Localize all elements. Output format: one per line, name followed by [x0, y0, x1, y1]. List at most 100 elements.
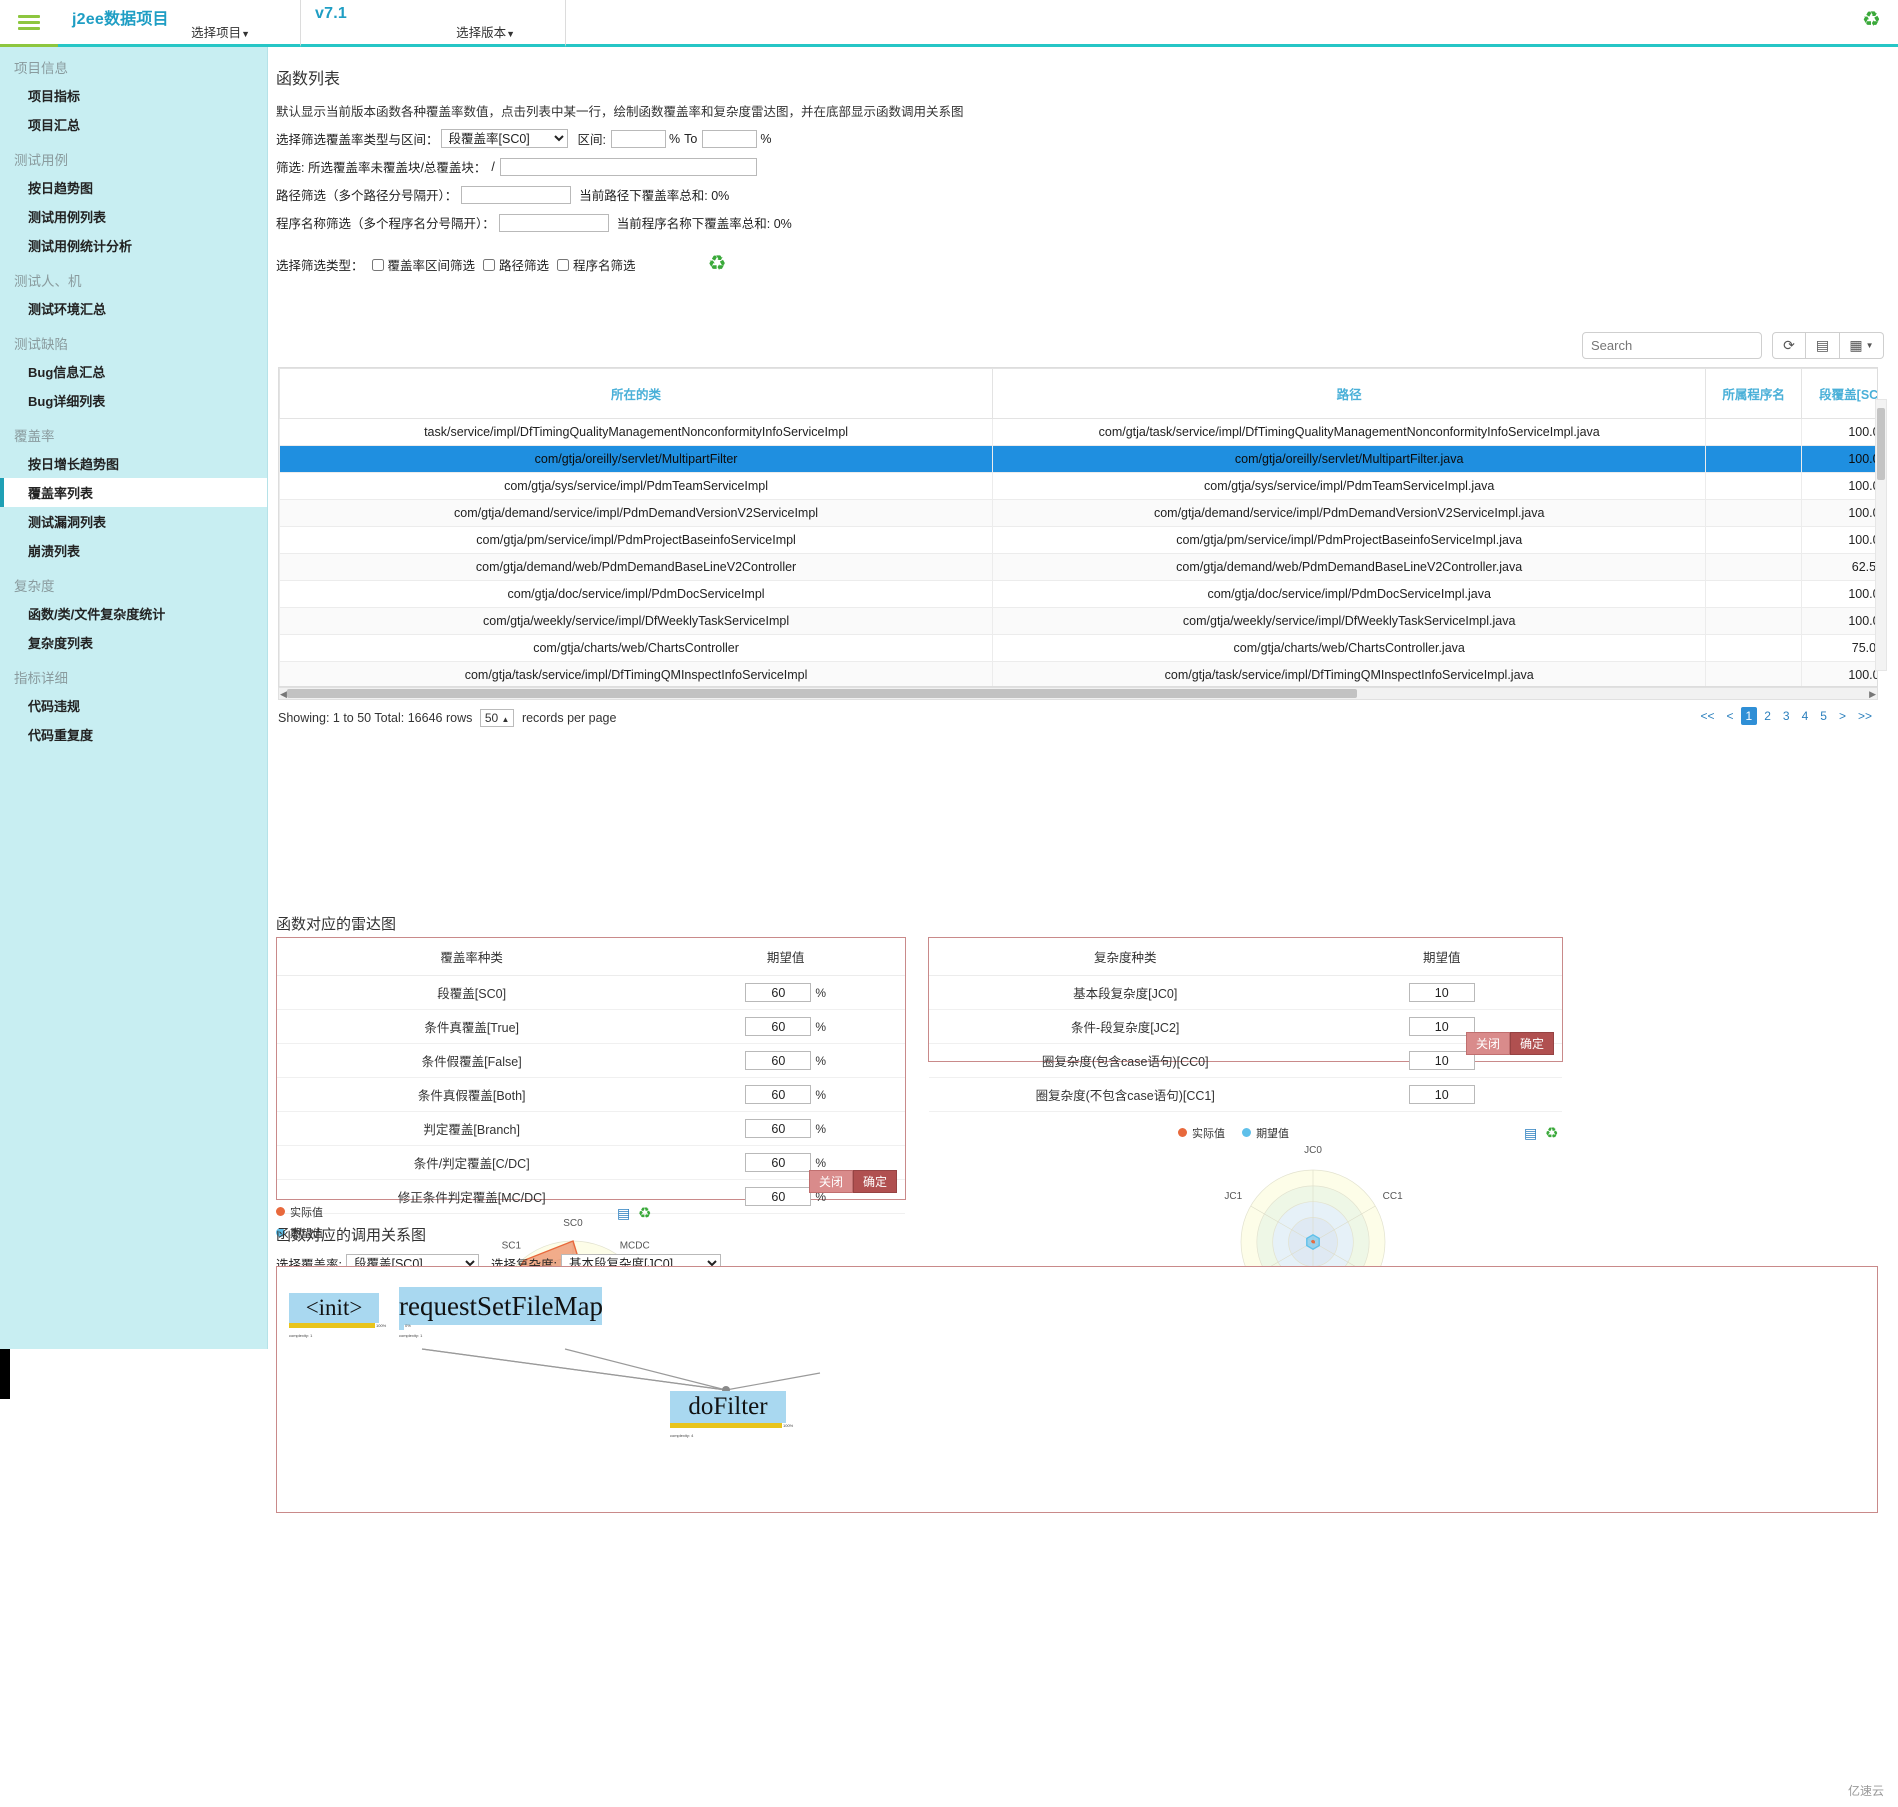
sidebar-item-1-1[interactable]: 测试用例列表: [0, 202, 267, 231]
coverage-expect-input-6[interactable]: [745, 1187, 812, 1206]
coverage-confirm-button[interactable]: 确定: [852, 1170, 897, 1193]
sidebar-item-4-0[interactable]: 按日增长趋势图: [0, 449, 267, 478]
table-row[interactable]: com/gtja/weekly/service/impl/DfWeeklyTas…: [279, 607, 1877, 635]
path-filter-input[interactable]: [461, 185, 572, 204]
sidebar-item-1-0[interactable]: 按日趋势图: [0, 173, 267, 202]
coverage-close-button[interactable]: 关闭: [808, 1170, 853, 1193]
sidebar-item-4-1[interactable]: 覆盖率列表: [0, 478, 267, 507]
table-row[interactable]: com/gtja/charts/web/ChartsController com/…: [279, 634, 1877, 662]
complexity-expect-input-0[interactable]: [1408, 983, 1475, 1002]
table-row[interactable]: task/service/impl/DfTimingQualityManagem…: [279, 418, 1877, 446]
menu-toggle-button[interactable]: [0, 0, 58, 47]
search-input[interactable]: [1582, 332, 1762, 359]
range-from-input[interactable]: [611, 129, 666, 148]
version-selector[interactable]: v7.1 选择版本▼: [301, 0, 566, 47]
sidebar-item-4-2[interactable]: 测试漏洞列表: [0, 507, 267, 536]
filter-kind-checkbox-0[interactable]: [371, 258, 384, 271]
per-page-select[interactable]: 50 ▲: [479, 709, 515, 727]
complexity-expect-input-2[interactable]: [1408, 1051, 1475, 1070]
callgraph-title: 函数对应的调用关系图: [276, 1227, 427, 1244]
table-cell-0: com/gtja/demand/service/impl/PdmDemandVe…: [279, 499, 994, 527]
svg-text:JC1: JC1: [1224, 1191, 1242, 1202]
sidebar-item-3-1[interactable]: Bug详细列表: [0, 386, 267, 415]
coverage-expect-input-3[interactable]: [745, 1085, 812, 1104]
filter-refresh-button[interactable]: ♻: [708, 253, 727, 274]
page-button-1[interactable]: 1: [1740, 707, 1758, 725]
chevron-down-icon: ▼: [506, 29, 515, 39]
table-cell-2: [1705, 499, 1803, 527]
table-refresh-button[interactable]: ⟳: [1772, 332, 1806, 359]
project-select-label[interactable]: 选择项目▼: [191, 22, 250, 41]
scroll-thumb[interactable]: [287, 689, 1357, 698]
block-filter-input[interactable]: [499, 157, 757, 176]
page-first-button[interactable]: <<: [1696, 707, 1720, 725]
page-next-button[interactable]: >: [1834, 707, 1851, 725]
callgraph-canvas[interactable]: <init> 100% complexity: 1 requestSetFile…: [276, 1266, 1878, 1513]
page-button-2[interactable]: 2: [1759, 707, 1776, 725]
table-row[interactable]: com/gtja/task/service/impl/DfTimingQMIns…: [279, 661, 1877, 686]
version-select-label[interactable]: 选择版本▼: [456, 22, 515, 41]
coverage-type-select[interactable]: 段覆盖率[SC0]标准段覆盖率[SC1]增强标准段覆盖率[SC1+]条件真覆盖[…: [440, 129, 568, 148]
sidebar-item-6-1[interactable]: 代码重复度: [0, 720, 267, 749]
table-cell-0: com/gtja/doc/service/impl/PdmDocServiceI…: [279, 580, 994, 608]
table-listview-button[interactable]: ▤: [1806, 332, 1840, 359]
table-toolbar: ⟳ ▤ ▦▼: [1582, 332, 1884, 359]
sidebar-item-4-3[interactable]: 崩溃列表: [0, 536, 267, 565]
sidebar-item-5-1[interactable]: 复杂度列表: [0, 628, 267, 657]
complexity-confirm-button[interactable]: 确定: [1509, 1032, 1554, 1055]
page-button-5[interactable]: 5: [1815, 707, 1832, 725]
complexity-expect-cell-3: [1321, 1077, 1562, 1112]
complexity-expect-input-3[interactable]: [1408, 1085, 1475, 1104]
filter-kind-checkbox-1[interactable]: [483, 258, 496, 271]
sidebar-item-0-1[interactable]: 项目汇总: [0, 110, 267, 139]
coverage-expect-input-5[interactable]: [745, 1153, 812, 1172]
coverage-expect-input-0[interactable]: [745, 983, 812, 1002]
column-header-3[interactable]: 段覆盖[SC0(%)]: [1801, 368, 1877, 419]
function-table-container[interactable]: 所在的类路径所属程序名段覆盖[SC0(%)]标准段覆盖[SC1(%)]增强标准段…: [278, 367, 1878, 687]
sidebar-item-3-0[interactable]: Bug信息汇总: [0, 357, 267, 386]
function-table: 所在的类路径所属程序名段覆盖[SC0(%)]标准段覆盖[SC1(%)]增强标准段…: [279, 368, 1877, 686]
coverage-expect-input-4[interactable]: [745, 1119, 812, 1138]
project-selector[interactable]: j2ee数据项目 选择项目▼: [58, 0, 301, 47]
scroll-right-arrow[interactable]: ▶: [1869, 689, 1876, 700]
complexity-expect-input-1[interactable]: [1408, 1017, 1475, 1036]
callgraph-node[interactable]: doFilter: [670, 1391, 786, 1423]
sidebar-item-1-2[interactable]: 测试用例统计分析: [0, 231, 267, 260]
project-name: j2ee数据项目: [72, 11, 169, 28]
column-header-2[interactable]: 所属程序名: [1705, 368, 1803, 419]
table-row[interactable]: com/gtja/sys/service/impl/PdmTeamService…: [279, 472, 1877, 500]
coverage-expect-input-1[interactable]: [745, 1017, 812, 1036]
table-row[interactable]: com/gtja/pm/service/impl/PdmProjectBasei…: [279, 526, 1877, 554]
table-horizontal-scrollbar[interactable]: ◀ ▶: [278, 687, 1878, 700]
coverage-expect-input-2[interactable]: [745, 1051, 812, 1070]
complexity-close-button[interactable]: 关闭: [1465, 1032, 1510, 1055]
filter-kind-checkbox-2[interactable]: [557, 258, 570, 271]
table-row[interactable]: com/gtja/demand/web/PdmDemandBaseLineV2C…: [279, 553, 1877, 581]
table-cell-2: [1705, 553, 1803, 581]
column-header-1[interactable]: 路径: [992, 368, 1707, 419]
complexity-radar-refresh-button[interactable]: ♻: [1545, 1124, 1558, 1142]
callgraph-node[interactable]: requestSetFileMap: [399, 1287, 603, 1325]
coverage-expect-row: 条件真假覆盖[Both]%: [277, 1077, 905, 1112]
scroll-left-arrow[interactable]: ◀: [280, 689, 287, 700]
complexity-radar-save-button[interactable]: ▤: [1524, 1125, 1537, 1142]
sidebar-item-6-0[interactable]: 代码违规: [0, 691, 267, 720]
sidebar-item-2-0[interactable]: 测试环境汇总: [0, 294, 267, 323]
callgraph-node[interactable]: <init>: [289, 1293, 379, 1323]
table-vertical-scrollbar[interactable]: [1875, 399, 1887, 671]
table-row[interactable]: com/gtja/doc/service/impl/PdmDocServiceI…: [279, 580, 1877, 608]
scroll-thumb[interactable]: [1877, 408, 1885, 480]
page-button-3[interactable]: 3: [1778, 707, 1795, 725]
program-filter-input[interactable]: [498, 213, 609, 232]
refresh-button[interactable]: ♻: [1862, 9, 1884, 32]
table-row[interactable]: com/gtja/demand/service/impl/PdmDemandVe…: [279, 499, 1877, 527]
table-columns-button[interactable]: ▦ ▼: [1840, 332, 1884, 359]
sidebar-item-0-0[interactable]: 项目指标: [0, 81, 267, 110]
page-last-button[interactable]: >>: [1853, 707, 1877, 725]
column-header-0[interactable]: 所在的类: [279, 368, 994, 419]
page-button-4[interactable]: 4: [1797, 707, 1814, 725]
range-to-input[interactable]: [702, 129, 758, 148]
table-row[interactable]: com/gtja/oreilly/servlet/MultipartFilter…: [279, 445, 1877, 473]
page-prev-button[interactable]: <: [1722, 707, 1739, 725]
sidebar-item-5-0[interactable]: 函数/类/文件复杂度统计: [0, 599, 267, 628]
